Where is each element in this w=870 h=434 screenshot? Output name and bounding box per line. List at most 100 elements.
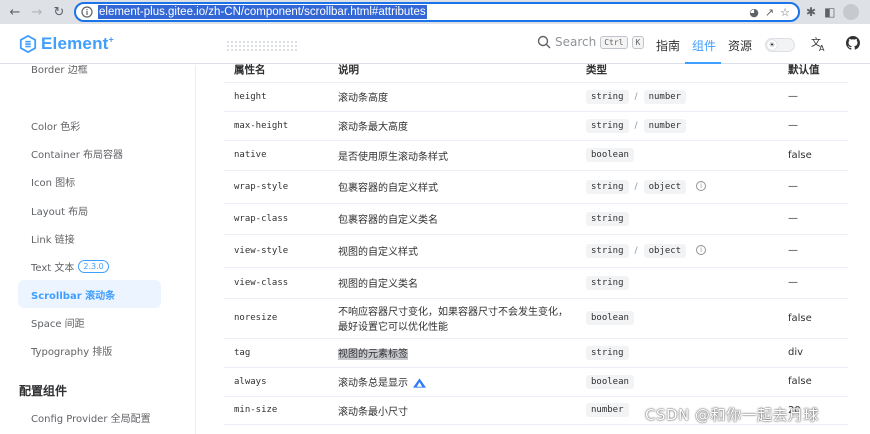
nav-component[interactable]: 组件 xyxy=(692,37,716,54)
sidebar-item-space[interactable]: Space 间距 xyxy=(18,308,161,336)
search-button[interactable]: Search Ctrl K xyxy=(537,35,645,49)
attr-desc-text: 滚动条高度 xyxy=(338,93,388,104)
attr-type: string / number xyxy=(576,111,778,141)
bookmark-star-icon[interactable]: ☆ xyxy=(780,6,790,19)
forward-icon[interactable]: → xyxy=(26,1,48,23)
type-tag: string xyxy=(586,118,629,133)
type-tag: boolean xyxy=(586,311,634,325)
table-body: height 滚动条高度 string / number — max-height 滚动条最大… xyxy=(224,82,848,425)
attr-name: wrap-class xyxy=(224,203,328,235)
attr-desc-text: 视图的自定义样式 xyxy=(338,247,418,258)
google-lens-icon[interactable]: ◕ xyxy=(749,6,759,19)
attr-name: height xyxy=(224,82,328,112)
table-row: height 滚动条高度 string / number — xyxy=(224,82,848,112)
attr-desc-text: 包裹容器的自定义样式 xyxy=(338,183,438,194)
sidebar-item-layout[interactable]: Layout 布局 xyxy=(18,196,161,224)
sidebar-item-config-provider[interactable]: Config Provider 全局配置 xyxy=(18,403,161,431)
attr-name: always xyxy=(224,367,328,397)
attr-default: — xyxy=(778,267,848,299)
share-icon[interactable]: ↗ xyxy=(765,6,774,19)
type-tag: string xyxy=(586,179,629,194)
search-label: Search xyxy=(555,35,597,49)
type-tag: boolean xyxy=(586,148,634,162)
sun-icon: ☀ xyxy=(767,40,777,50)
attr-name: min-size xyxy=(224,396,328,425)
attr-type: string xyxy=(576,203,778,235)
attr-desc: 包裹容器的自定义样式 xyxy=(328,170,576,204)
attr-desc-text: 视图的自定义类名 xyxy=(338,279,418,290)
table-row: tag 视图的元素标签 string div xyxy=(224,338,848,368)
attr-type: string / object i xyxy=(576,170,778,204)
site-logo[interactable]: Element+ xyxy=(19,34,114,54)
sidebar-item-scrollbar[interactable]: Scrollbar 滚动条 xyxy=(18,280,161,308)
attr-desc: 滚动条高度 xyxy=(328,82,576,112)
sidebar-item-container[interactable]: Container 布局容器 xyxy=(18,139,161,167)
back-icon[interactable]: ← xyxy=(4,1,26,23)
type-tag: boolean xyxy=(586,374,634,389)
extensions-icon[interactable]: ✱ xyxy=(806,5,816,19)
attr-name: noresize xyxy=(224,298,328,339)
sidebar-item-label: Scrollbar 滚动条 xyxy=(31,290,116,302)
triangle-logo-icon xyxy=(413,378,426,388)
attr-type: boolean xyxy=(576,140,778,171)
table-row: wrap-style 包裹容器的自定义样式 string / object i — xyxy=(224,170,848,204)
table-header-row: 属性名 说明 类型 默认值 xyxy=(224,58,848,83)
info-icon[interactable]: i xyxy=(696,180,707,191)
attr-name: max-height xyxy=(224,111,328,141)
attr-desc: 滚动条最大高度 xyxy=(328,111,576,141)
sidebar-item-color[interactable]: Color 色彩 xyxy=(18,111,161,139)
sidebar-item-text[interactable]: Text 文本 2.3.0 xyxy=(18,252,161,280)
address-bar[interactable]: element-plus.gitee.io/zh-CN/component/sc… xyxy=(74,2,800,22)
sidebar-item-label: Link 链接 xyxy=(31,234,75,246)
kbd-k: K xyxy=(631,35,645,49)
attr-name: view-style xyxy=(224,234,328,268)
table-row: view-class 视图的自定义类名 string — xyxy=(224,267,848,299)
type-tag: string xyxy=(586,211,629,226)
attributes-table: 属性名 说明 类型 默认值 height 滚动条高度 string / number — m… xyxy=(224,58,848,425)
attr-desc-text: 包裹容器的自定义类名 xyxy=(338,215,438,226)
translate-icon[interactable]: 文 A xyxy=(811,36,827,52)
attr-desc: 是否使用原生滚动条样式 xyxy=(328,140,576,171)
attr-default: — xyxy=(778,203,848,235)
sidebar-item-link[interactable]: Link 链接 xyxy=(18,224,161,252)
type-tag: string xyxy=(586,345,629,360)
sidebar-item-label: Config Provider 全局配置 xyxy=(31,413,151,425)
type-separator: / xyxy=(634,91,638,102)
sidebar-item-label: Container 布局容器 xyxy=(31,149,124,161)
url-text[interactable]: element-plus.gitee.io/zh-CN/component/sc… xyxy=(98,5,427,19)
nav-guide[interactable]: 指南 xyxy=(656,37,680,54)
attr-desc-text: 滚动条总是显示 xyxy=(338,378,408,389)
type-tag: number xyxy=(643,89,687,104)
attr-type: boolean xyxy=(576,298,778,339)
theme-toggle[interactable]: ☀ xyxy=(765,38,795,52)
table-row: view-style 视图的自定义样式 string / object i — xyxy=(224,234,848,268)
side-panel-icon[interactable]: ◧ xyxy=(824,5,835,19)
attr-name: view-class xyxy=(224,267,328,299)
attr-default: — xyxy=(778,170,848,204)
sidebar-item-label: Color 色彩 xyxy=(31,121,81,133)
type-tag: number xyxy=(643,118,687,133)
sidebar-item-icon[interactable]: Icon 图标 xyxy=(18,167,161,195)
type-tag: object xyxy=(643,179,687,194)
attr-desc: 不响应容器尺寸变化，如果容器尺寸不会发生变化，最好设置它可以优化性能 xyxy=(328,298,576,339)
reload-icon[interactable]: ↻ xyxy=(48,1,70,23)
attr-desc: 滚动条最小尺寸 xyxy=(328,396,576,425)
sidebar-item-label: Space 间距 xyxy=(31,318,85,330)
nav-resource[interactable]: 资源 xyxy=(728,37,752,54)
watermark: CSDN @和你一起去月球 xyxy=(645,406,820,424)
github-icon[interactable] xyxy=(846,36,860,50)
logo-text: Element+ xyxy=(41,34,115,53)
kbd-ctrl: Ctrl xyxy=(600,35,628,49)
browser-toolbar: ← → ↻ element-plus.gitee.io/zh-CN/compon… xyxy=(0,0,870,24)
attr-desc-text: 视图的元素标签 xyxy=(338,349,408,360)
attr-type: boolean xyxy=(576,367,778,397)
type-tag: object xyxy=(643,243,687,258)
table-row: native 是否使用原生滚动条样式 boolean false xyxy=(224,140,848,171)
info-icon[interactable]: i xyxy=(696,244,707,255)
site-info-icon[interactable] xyxy=(76,6,98,18)
sidebar-item-label: Layout 布局 xyxy=(31,206,89,218)
profile-avatar[interactable] xyxy=(843,4,860,20)
sidebar-item-border[interactable]: Border 边框 xyxy=(31,65,88,76)
sidebar-item-typography[interactable]: Typography 排版 xyxy=(18,336,161,364)
col-header-default: 默认值 xyxy=(778,58,848,83)
